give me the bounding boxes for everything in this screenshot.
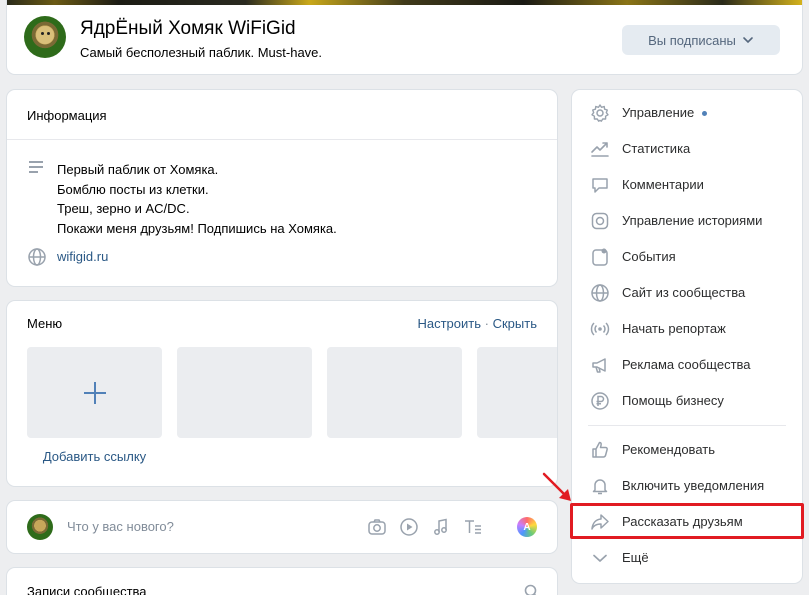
side-item-notifications[interactable]: Включить уведомления (572, 468, 802, 504)
subscribed-label: Вы подписаны (648, 32, 736, 48)
side-item-label: Управление историями (622, 213, 763, 228)
broadcast-icon (590, 322, 610, 336)
group-status: Самый бесполезный паблик. Must-have. (80, 45, 323, 60)
add-link-label[interactable]: Добавить ссылку (27, 449, 162, 464)
events-icon (592, 248, 608, 266)
side-item-ads[interactable]: Реклама сообщества (572, 347, 802, 383)
group-title: ЯдрЁный Хомяк WiFiGid (80, 18, 296, 39)
side-item-label: События (622, 249, 676, 264)
description-line: Треш, зерно и AC/DC. (57, 201, 190, 217)
side-item-recommend[interactable]: Рекомендовать (572, 432, 802, 468)
side-item-manage[interactable]: Управление (572, 95, 802, 131)
description-line: Бомблю посты из клетки. (57, 181, 209, 197)
menu-tile[interactable] (327, 347, 462, 438)
notification-dot (702, 111, 708, 117)
side-item-label: Ещё (622, 550, 649, 565)
side-item-comments[interactable]: Комментарии (572, 167, 802, 203)
camera-icon[interactable] (367, 517, 387, 537)
music-icon[interactable] (431, 517, 451, 537)
side-item-label: Комментарии (622, 177, 704, 192)
side-item-events[interactable]: События (572, 239, 802, 275)
side-item-label: Рекомендовать (622, 442, 715, 457)
info-block: Информация Первый паблик от Хомяка. Бомб… (7, 90, 557, 286)
bell-icon (592, 479, 608, 495)
group-description: Первый паблик от Хомяка. Бомблю посты из… (57, 160, 337, 239)
megaphone-icon (592, 358, 606, 373)
gear-icon (591, 104, 609, 122)
side-item-broadcast[interactable]: Начать репортаж (572, 311, 802, 347)
highlight-box (570, 503, 804, 539)
separator: · (484, 316, 489, 331)
chevron-down-icon (743, 37, 753, 44)
subscribed-button[interactable]: Вы подписаны (622, 25, 780, 55)
new-post-input[interactable]: Что у вас нового? (67, 519, 174, 534)
side-item-label: Реклама сообщества (622, 357, 751, 372)
side-item-label: Управление (622, 105, 695, 120)
like-icon (592, 441, 608, 458)
avatar (27, 514, 53, 540)
side-item-label: Помощь бизнесу (622, 393, 724, 408)
stories-icon (591, 212, 609, 230)
comment-icon (592, 178, 608, 193)
plus-icon (83, 381, 106, 404)
group-avatar[interactable] (24, 16, 66, 58)
group-header: ЯдрЁный Хомяк WiFiGid Самый бесполезный … (7, 0, 802, 74)
author-letter: A (523, 521, 531, 533)
side-item-site[interactable]: Сайт из сообщества (572, 275, 802, 311)
side-item-label: Сайт из сообщества (622, 285, 746, 300)
side-item-stories[interactable]: Управление историями (572, 203, 802, 239)
menu-tile[interactable] (477, 347, 557, 438)
globe-icon (591, 284, 609, 302)
website-link[interactable]: wifigid.ru (57, 249, 108, 264)
configure-link[interactable]: Настроить (417, 316, 481, 331)
new-post-box: Что у вас нового? A (7, 501, 557, 553)
globe-icon (28, 248, 46, 266)
text-format-icon[interactable] (463, 517, 483, 537)
divider (588, 425, 786, 426)
side-item-label: Включить уведомления (622, 478, 765, 493)
search-icon[interactable] (524, 584, 540, 595)
chevron-down-icon (593, 554, 607, 562)
menu-block: Меню Настроить · Скрыть Добавить ссылку (7, 301, 557, 486)
red-arrow-annotation (542, 472, 571, 501)
side-item-label: Статистика (622, 141, 691, 156)
info-title: Информация (27, 108, 107, 123)
side-item-stats[interactable]: Статистика (572, 131, 802, 167)
side-item-label: Начать репортаж (622, 321, 726, 336)
description-line: Покажи меня друзьям! Подпишись на Хомяка… (57, 221, 337, 237)
side-item-business[interactable]: Помощь бизнесу (572, 383, 802, 419)
menu-actions: Настроить · Скрыть (417, 316, 537, 331)
video-icon[interactable] (399, 517, 419, 537)
side-item-more[interactable]: Ещё (572, 540, 802, 576)
hide-link[interactable]: Скрыть (493, 316, 537, 331)
description-line: Первый паблик от Хомяка. (57, 162, 219, 177)
menu-title: Меню (27, 316, 63, 331)
stats-icon (591, 142, 609, 157)
cover-image (7, 0, 802, 5)
community-posts: Записи сообщества (7, 568, 557, 595)
divider (7, 139, 557, 140)
add-link-tile[interactable] (27, 347, 162, 438)
post-author-avatar[interactable]: A (517, 517, 537, 537)
menu-tile[interactable] (177, 347, 312, 438)
posts-title: Записи сообщества (27, 584, 147, 595)
ruble-icon (591, 392, 609, 410)
description-icon (29, 161, 43, 173)
